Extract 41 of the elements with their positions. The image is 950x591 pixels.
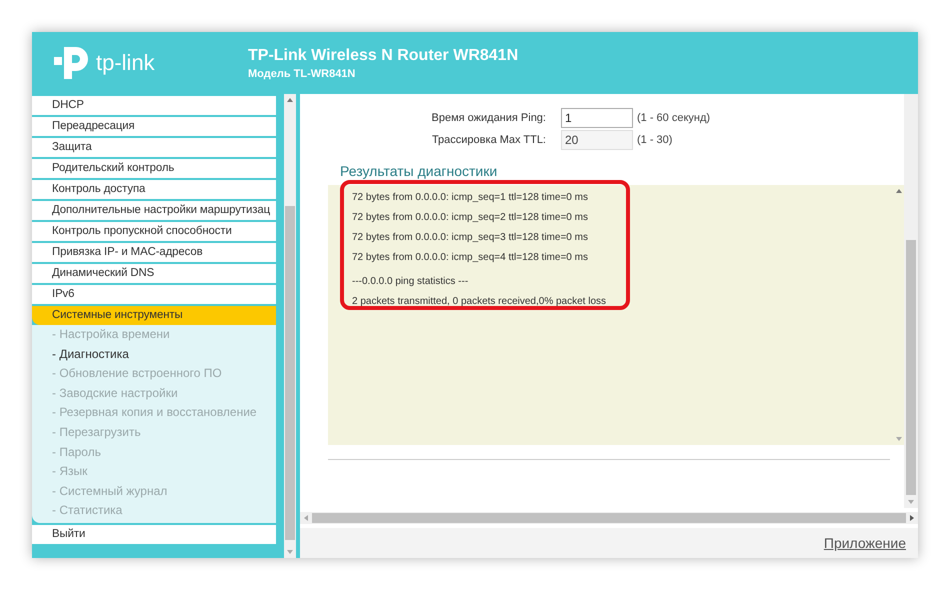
field-label: Трассировка Max TTL:	[430, 134, 546, 146]
field-label: Время ожидания Ping:	[430, 112, 546, 124]
ping-reply-line: 72 bytes from 0.0.0.0: icmp_seq=3 ttl=128 time=0 ms	[352, 231, 589, 245]
sidebar-item[interactable]: Динамический DNS	[32, 264, 276, 283]
logo-icon	[52, 45, 90, 81]
appendix-link[interactable]: Приложение	[824, 535, 906, 551]
ping-reply-line: 72 bytes from 0.0.0.0: icmp_seq=2 ttl=128 time=0 ms	[352, 211, 589, 225]
router-title: TP-Link Wireless N Router WR841N	[248, 46, 518, 64]
scroll-down-icon[interactable]	[287, 550, 293, 554]
scrollbar-thumb[interactable]	[906, 240, 916, 495]
section-title: Результаты диагностики	[340, 163, 498, 181]
ping-reply-line: 72 bytes from 0.0.0.0: icmp_seq=4 ttl=128 time=0 ms	[352, 251, 589, 265]
scroll-right-icon[interactable]	[910, 515, 914, 521]
input-field[interactable]: 1	[561, 108, 633, 128]
sidebar-item[interactable]: Контроль пропускной способности	[32, 222, 276, 241]
scroll-up-icon[interactable]	[287, 98, 293, 102]
sidebar-item[interactable]: Дополнительные настройки маршрутизац	[32, 201, 276, 220]
sidebar-item[interactable]: Родительский контроль	[32, 159, 276, 178]
ping-statistics-line: ---0.0.0.0 ping statistics ---	[352, 275, 470, 289]
sidebar-item[interactable]: Защита	[32, 138, 276, 157]
sidebar-item[interactable]: Системные инструменты	[32, 306, 276, 325]
page-scrollbar[interactable]	[904, 94, 918, 508]
scroll-left-icon[interactable]	[304, 515, 308, 521]
sidebar-item[interactable]: DHCP	[32, 96, 276, 115]
sidebar-scrollbar[interactable]	[284, 94, 296, 558]
ping-reply-line: 72 bytes from 0.0.0.0: icmp_seq=1 ttl=128 time=0 ms	[352, 191, 589, 205]
scrollbar-thumb[interactable]	[285, 206, 295, 540]
ping-statistics-line: 2 packets transmitted, 0 packets received,0% packet loss	[352, 295, 608, 309]
submenu-item[interactable]: - Диагностика	[32, 344, 276, 364]
range-hint: (1 - 30)	[637, 134, 672, 146]
sidebar-item[interactable]: Контроль доступа	[32, 180, 276, 199]
scrollbar-thumb[interactable]	[312, 513, 906, 523]
sidebar-item[interactable]: IPv6	[32, 285, 276, 304]
scroll-down-icon[interactable]	[908, 500, 914, 504]
sidebar-item[interactable]: Выйти	[32, 524, 276, 544]
logo-text: tp-link	[96, 50, 155, 76]
horizontal-scrollbar[interactable]	[300, 512, 918, 524]
range-hint: (1 - 60 секунд)	[637, 112, 710, 124]
model-label: Модель TL-WR841N	[248, 68, 356, 80]
sidebar-item[interactable]: Переадресация	[32, 117, 276, 136]
sidebar-item[interactable]: Привязка IP- и MAC-адресов	[32, 243, 276, 262]
